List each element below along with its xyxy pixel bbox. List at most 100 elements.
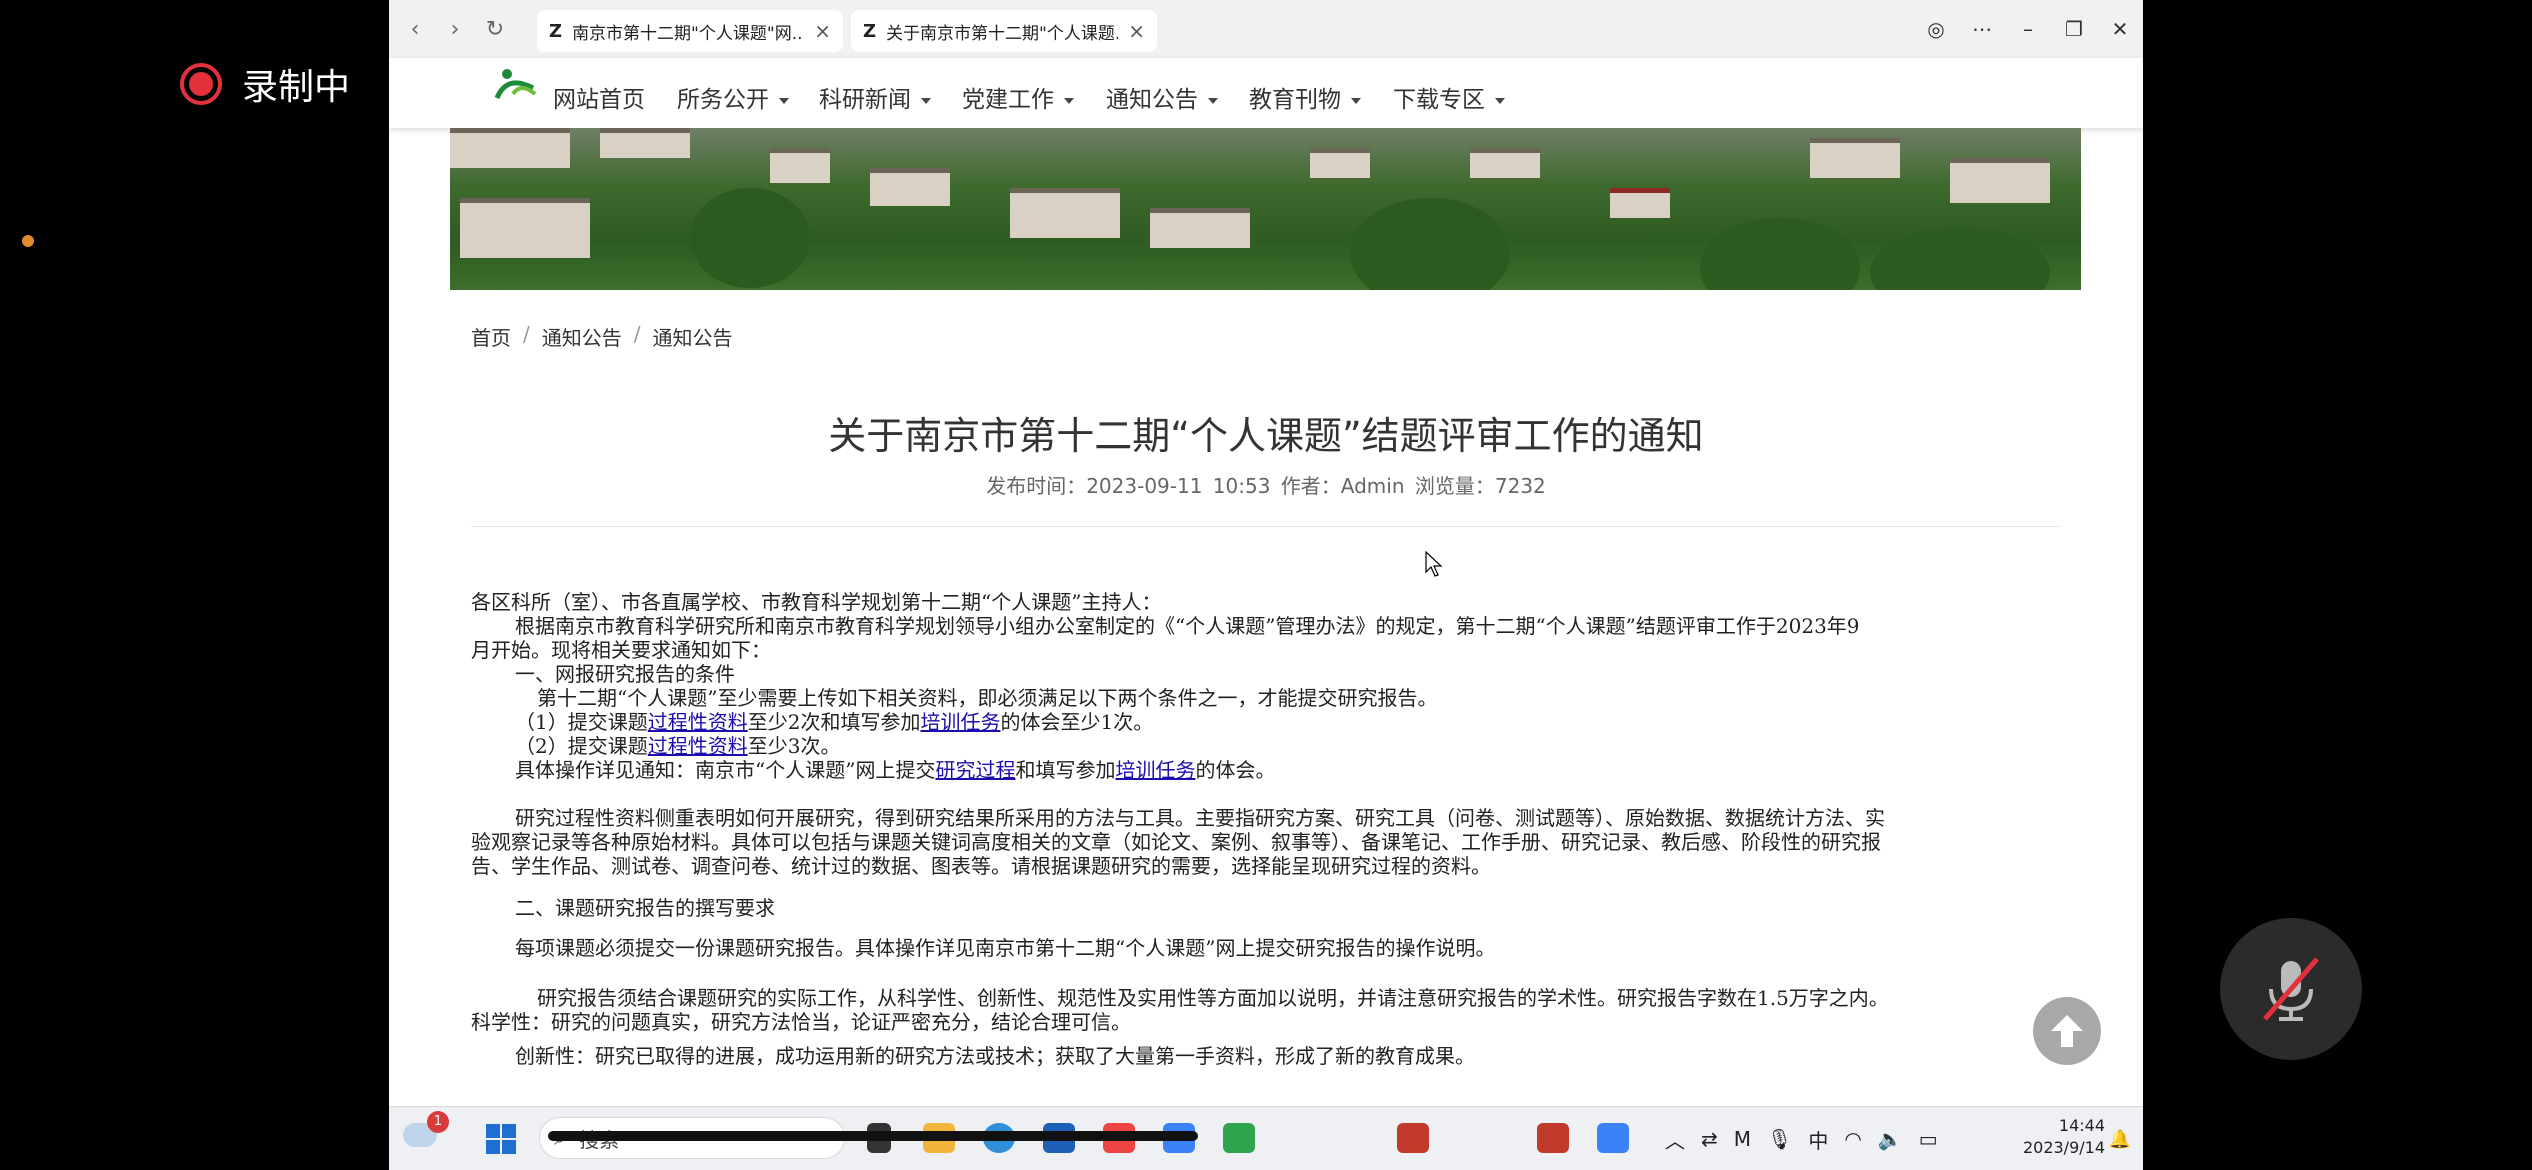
- app-icon[interactable]: [1397, 1123, 1429, 1153]
- arrow-up-icon: [2051, 1015, 2083, 1047]
- chevron-down-icon: [1208, 97, 1218, 104]
- reload-icon[interactable]: ↻: [475, 9, 515, 49]
- nav-label: 下载专区: [1393, 87, 1485, 113]
- site-favicon-icon: Z: [863, 20, 877, 42]
- chevron-down-icon: [779, 97, 789, 104]
- nav-research-news[interactable]: 科研新闻: [819, 80, 931, 114]
- browser-tab-2[interactable]: Z 关于南京市第十二期"个人课题... ×: [851, 10, 1157, 52]
- status-dot: [22, 235, 34, 247]
- volume-icon[interactable]: 🔈: [1878, 1127, 1903, 1151]
- recording-label: 录制中: [242, 67, 351, 108]
- back-to-top-button[interactable]: [2033, 997, 2101, 1065]
- salutation: 各区科所（室）、市各直属学校、市教育科学规划第十二期“个人课题”主持人：: [471, 590, 1162, 614]
- browser-tab-1[interactable]: Z 南京市第十二期"个人课题"网... ×: [537, 10, 843, 52]
- breadcrumb-home[interactable]: 首页: [471, 322, 511, 351]
- paragraph: 研究过程性资料侧重表明如何开展研究，得到研究结果所采用的方法与工具。主要指研究方…: [515, 806, 1885, 830]
- window-controls: ◎ ⋯ – ❐ ✕: [1913, 0, 2143, 58]
- paragraph: 根据南京市教育科学研究所和南京市教育科学规划领导小组办公室制定的《“个人课题”管…: [515, 614, 1860, 638]
- training-task-link[interactable]: 培训任务: [920, 710, 1000, 734]
- windows-start-icon[interactable]: [485, 1123, 517, 1155]
- browser-toolbar: ‹ › ↻ Z 南京市第十二期"个人课题"网... × Z 关于南京市第十二期"…: [389, 0, 2143, 58]
- paragraph: 创新性：研究已取得的进展，成功运用新的研究方法或技术；获取了大量第一手资料，形成…: [515, 1044, 1475, 1068]
- paragraph: 第十二期“个人课题”至少需要上传如下相关资料，即必须满足以下两个条件之一，才能提…: [537, 686, 1438, 710]
- forward-icon[interactable]: ›: [435, 9, 475, 49]
- paragraph: 研究报告须结合课题研究的实际工作，从科学性、创新性、规范性及实用性等方面加以说明…: [537, 986, 1889, 1010]
- divider: [471, 526, 2061, 527]
- app-icon[interactable]: [1537, 1123, 1569, 1153]
- back-icon[interactable]: ‹: [395, 9, 435, 49]
- tab-title: 关于南京市第十二期"个人课题...: [886, 23, 1119, 44]
- microphone-icon[interactable]: 🎙: [1767, 1127, 1792, 1151]
- chevron-down-icon: [1064, 97, 1074, 104]
- paragraph: 验观察记录等各种原始材料。具体可以包括与课题关键词高度相关的文章（如论文、案例、…: [471, 830, 1881, 854]
- time: 14:44: [2058, 1116, 2105, 1135]
- desktop-screen: ‹ › ↻ Z 南京市第十二期"个人课题"网... × Z 关于南京市第十二期"…: [389, 0, 2143, 1170]
- section-heading: 一、网报研究报告的条件: [515, 662, 735, 686]
- notification-bell-icon[interactable]: 🔔: [2109, 1129, 2131, 1150]
- breadcrumb: 首页 / 通知公告 / 通知公告: [471, 322, 733, 351]
- close-tab-icon[interactable]: ×: [814, 19, 831, 43]
- gesture-bar[interactable]: [548, 1131, 1198, 1141]
- nav-notices[interactable]: 通知公告: [1106, 80, 1218, 114]
- app-icon[interactable]: [1597, 1123, 1629, 1153]
- minimize-icon[interactable]: –: [2005, 17, 2051, 41]
- nav-affairs[interactable]: 所务公开: [677, 80, 789, 114]
- close-tab-icon[interactable]: ×: [1128, 19, 1145, 43]
- nav-journals[interactable]: 教育刊物: [1249, 80, 1361, 114]
- article-title: 关于南京市第十二期“个人课题”结题评审工作的通知: [828, 414, 1704, 458]
- article-body: 各区科所（室）、市各直属学校、市教育科学规划第十二期“个人课题”主持人： 根据南…: [471, 590, 2061, 1068]
- site-navigation: 网站首页 所务公开 科研新闻 党建工作 通知公告 教育刊物 下载专区: [389, 58, 2143, 128]
- nav-label: 党建工作: [962, 87, 1054, 113]
- date: 2023/9/14: [2022, 1138, 2105, 1157]
- app-icon[interactable]: [1223, 1123, 1255, 1153]
- process-materials-link[interactable]: 过程性资料: [648, 710, 748, 734]
- paragraph: 每项课题必须提交一份课题研究报告。具体操作详见南京市第十二期“个人课题”网上提交…: [515, 936, 1496, 960]
- paragraph: 科学性：研究的问题真实，研究方法恰当，论证严密充分，结论合理可信。: [471, 1010, 1131, 1034]
- restore-icon[interactable]: ❐: [2051, 17, 2097, 41]
- record-icon: [180, 63, 222, 105]
- nav-label: 通知公告: [1106, 87, 1198, 113]
- mouse-cursor-icon: [1425, 551, 1443, 577]
- nav-downloads[interactable]: 下载专区: [1393, 80, 1505, 114]
- breadcrumb-notices[interactable]: 通知公告: [542, 322, 622, 351]
- campus-banner-image: [450, 128, 2081, 290]
- more-icon[interactable]: ⋯: [1959, 17, 2005, 41]
- research-process-link[interactable]: 研究过程: [935, 758, 1015, 782]
- nav-label: 科研新闻: [819, 87, 911, 113]
- globe-icon[interactable]: ◎: [1913, 17, 1959, 41]
- switch-icon[interactable]: ⇄: [1701, 1127, 1718, 1151]
- nav-home[interactable]: 网站首页: [553, 80, 645, 114]
- chevron-down-icon: [1351, 97, 1361, 104]
- chevron-up-icon[interactable]: ︿: [1665, 1125, 1685, 1154]
- ime-indicator[interactable]: 中: [1808, 1125, 1828, 1154]
- paragraph: 月开始。现将相关要求通知如下：: [471, 638, 771, 662]
- process-materials-link[interactable]: 过程性资料: [648, 734, 748, 758]
- system-tray: ︿ ⇄ M 🎙 中 ◠ 🔈 ▭: [1665, 1107, 1938, 1170]
- close-window-icon[interactable]: ✕: [2097, 17, 2143, 41]
- nav-party[interactable]: 党建工作: [962, 80, 1074, 114]
- mute-microphone-button[interactable]: [2220, 918, 2362, 1060]
- battery-icon[interactable]: ▭: [1919, 1127, 1938, 1151]
- app-tray-icon[interactable]: M: [1734, 1127, 1751, 1151]
- recording-indicator: 录制中: [180, 58, 350, 110]
- article-meta: 发布时间：2023-09-11 10:53 作者：Admin 浏览量：7232: [986, 474, 1546, 498]
- chevron-down-icon: [921, 97, 931, 104]
- condition-1: （1）提交课题过程性资料至少2次和填写参加培训任务的体会至少1次。: [515, 710, 1154, 734]
- weather-widget-icon[interactable]: 1: [403, 1111, 449, 1147]
- paragraph: 告、学生作品、测试卷、调查问卷、统计过的数据、图表等。请根据课题研究的需要，选择…: [471, 854, 1491, 878]
- notification-badge: 1: [427, 1111, 449, 1133]
- microphone-muted-icon: [2263, 957, 2319, 1021]
- breadcrumb-current: 通知公告: [652, 326, 733, 350]
- section-heading: 二、课题研究报告的撰写要求: [515, 896, 775, 920]
- operation-note: 具体操作详见通知：南京市“个人课题”网上提交研究过程和填写参加培训任务的体会。: [515, 758, 1276, 782]
- nav-label: 所务公开: [677, 87, 769, 113]
- wifi-icon[interactable]: ◠: [1844, 1127, 1861, 1151]
- clock[interactable]: 14:44 2023/9/14: [2023, 1115, 2105, 1159]
- nav-label: 教育刊物: [1249, 87, 1341, 113]
- tab-title: 南京市第十二期"个人课题"网...: [572, 23, 805, 44]
- chevron-down-icon: [1495, 97, 1505, 104]
- site-favicon-icon: Z: [549, 20, 563, 42]
- training-task-link[interactable]: 培训任务: [1115, 758, 1195, 782]
- condition-2: （2）提交课题过程性资料至少3次。: [515, 734, 841, 758]
- site-logo-icon: [494, 69, 537, 100]
